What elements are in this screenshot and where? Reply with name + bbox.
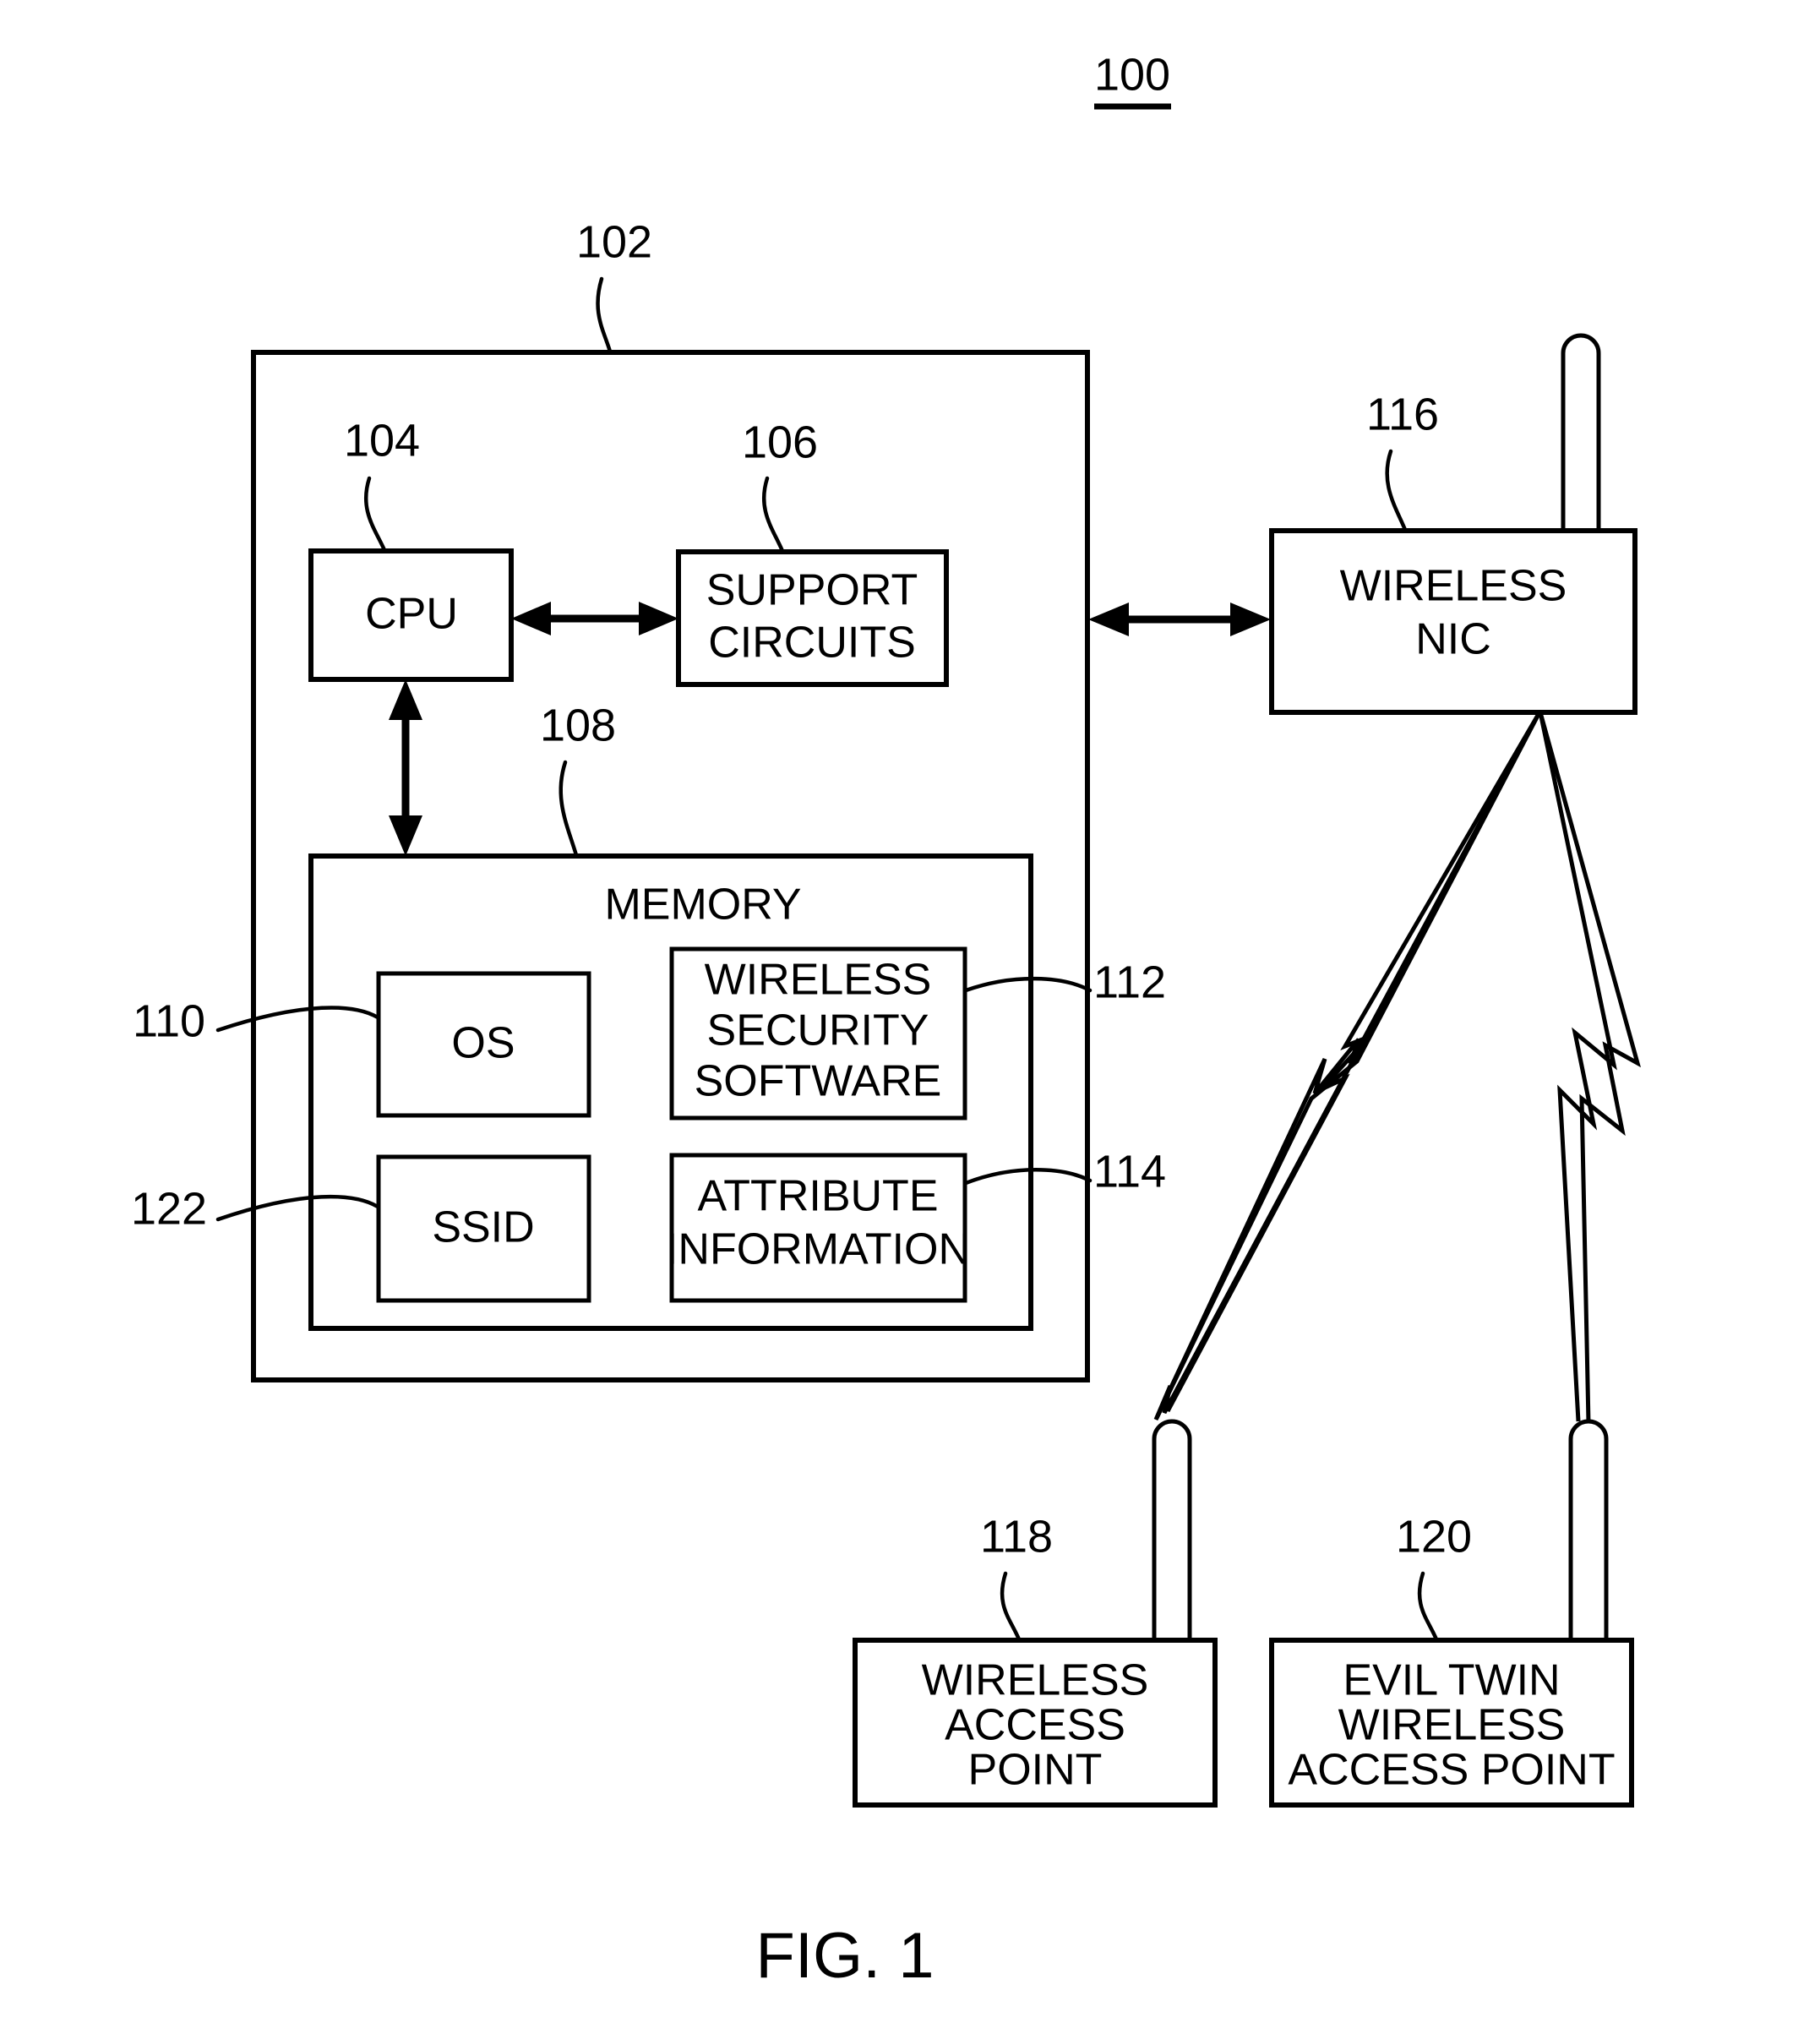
lightning-bolt-to-evil-twin [1538, 712, 1641, 1424]
leader-108 [559, 760, 579, 858]
attribute-information-label-line1: ATTRIBUTE [697, 1172, 938, 1221]
ref-110-label: 110 [133, 995, 205, 1046]
os-label: OS [451, 1019, 515, 1068]
cpu-support-connector [511, 602, 678, 635]
wireless-access-point-label-line3: POINT [968, 1746, 1103, 1795]
evil-twin-label-line1: EVIL TWIN [1343, 1656, 1560, 1705]
figure-canvas: 100 102 CPU 104 SUPPORT CIRCUITS 106 MEM… [131, 49, 1641, 1992]
ref-102-label: 102 [576, 216, 652, 267]
leader-102 [596, 276, 613, 354]
ref-118-label: 118 [980, 1511, 1053, 1562]
wireless-access-point-label-line1: WIRELESS [922, 1656, 1149, 1705]
wireless-nic-label-line2: NIC [1415, 615, 1491, 664]
evil-twin-antenna-icon [1568, 1419, 1609, 1640]
figure-caption: FIG. 1 [755, 1920, 934, 1992]
ref-122-label: 122 [131, 1183, 207, 1234]
cpu-label: CPU [365, 590, 458, 639]
attribute-information-label-line2: INFORMATION [666, 1225, 970, 1274]
wireless-access-point-antenna-icon [1152, 1419, 1192, 1640]
support-circuits-label-line1: SUPPORT [706, 566, 918, 615]
ref-106-label: 106 [742, 417, 818, 467]
leader-120 [1417, 1571, 1439, 1642]
leader-106 [761, 476, 785, 553]
leader-116 [1385, 449, 1408, 532]
evil-twin-label-line2: WIRELESS [1338, 1701, 1566, 1750]
ref-104-label: 104 [344, 415, 420, 466]
ref-116-label: 116 [1366, 389, 1439, 439]
wireless-nic-antenna-icon [1561, 333, 1601, 532]
ref-108-label: 108 [540, 700, 616, 750]
ref-114-label: 114 [1093, 1146, 1166, 1197]
wireless-access-point-label-line2: ACCESS [945, 1701, 1125, 1750]
ref-112-label: 112 [1093, 957, 1166, 1007]
evil-twin-label-line3: ACCESS POINT [1288, 1746, 1615, 1795]
ssid-label: SSID [432, 1203, 534, 1252]
leader-114 [963, 1168, 1093, 1186]
cpu-memory-connector [389, 679, 422, 856]
lightning-bolt-left-detail [1154, 711, 1542, 1420]
wireless-nic-label-line1: WIRELESS [1340, 562, 1567, 611]
leader-122 [215, 1194, 380, 1222]
leader-110 [215, 1006, 380, 1033]
support-circuits-label-line2: CIRCUITS [708, 619, 916, 668]
wireless-security-software-label-line1: WIRELESS [705, 956, 932, 1005]
computer-nic-connector [1088, 603, 1271, 636]
wireless-security-software-label-line3: SOFTWARE [695, 1057, 942, 1106]
leader-112 [963, 976, 1093, 993]
leader-118 [1000, 1571, 1022, 1642]
ref-100-label: 100 [1094, 49, 1170, 100]
leader-104 [363, 476, 387, 553]
patent-figure-1: 100 102 CPU 104 SUPPORT CIRCUITS 106 MEM… [0, 0, 1820, 2034]
wireless-security-software-label-line2: SECURITY [707, 1006, 929, 1055]
memory-label: MEMORY [604, 881, 801, 930]
ref-120-label: 120 [1396, 1511, 1472, 1562]
